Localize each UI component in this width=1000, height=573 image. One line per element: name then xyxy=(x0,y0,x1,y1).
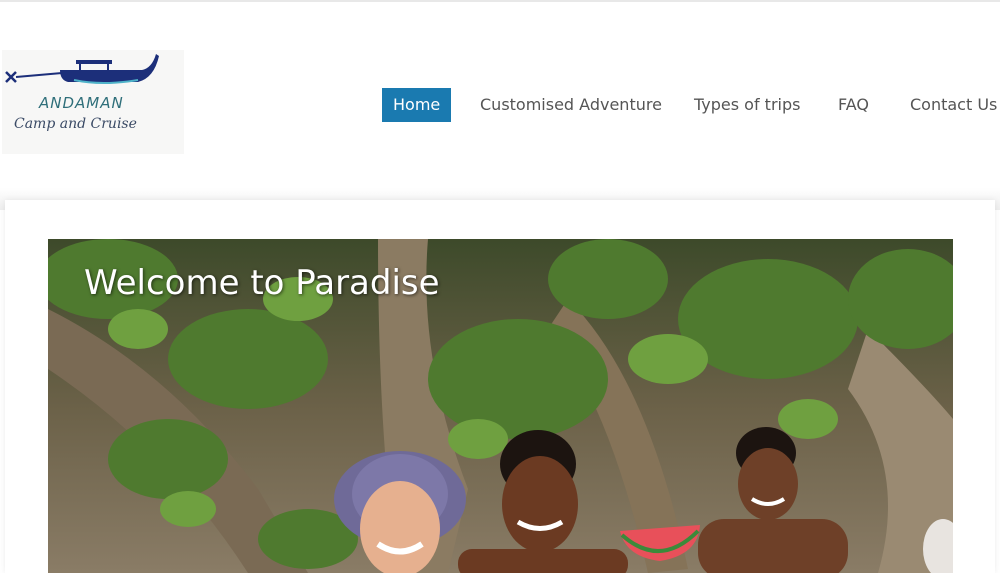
nav-item-home[interactable]: Home xyxy=(382,88,452,122)
page: ANDAMAN Camp and Cruise Home Customised … xyxy=(0,0,1000,573)
nav-item-types-of-trips[interactable]: Types of trips xyxy=(694,88,800,122)
main-navigation: Home Customised Adventure Types of trips… xyxy=(0,88,1000,122)
hero-title: Welcome to Paradise xyxy=(84,263,440,303)
nav-item-contact-us[interactable]: Contact Us xyxy=(910,88,997,122)
hero-banner: Welcome to Paradise xyxy=(48,239,953,573)
nav-item-faq[interactable]: FAQ xyxy=(838,88,869,122)
site-header: ANDAMAN Camp and Cruise Home Customised … xyxy=(0,2,1000,192)
nav-item-customised-adventure[interactable]: Customised Adventure xyxy=(480,88,662,122)
